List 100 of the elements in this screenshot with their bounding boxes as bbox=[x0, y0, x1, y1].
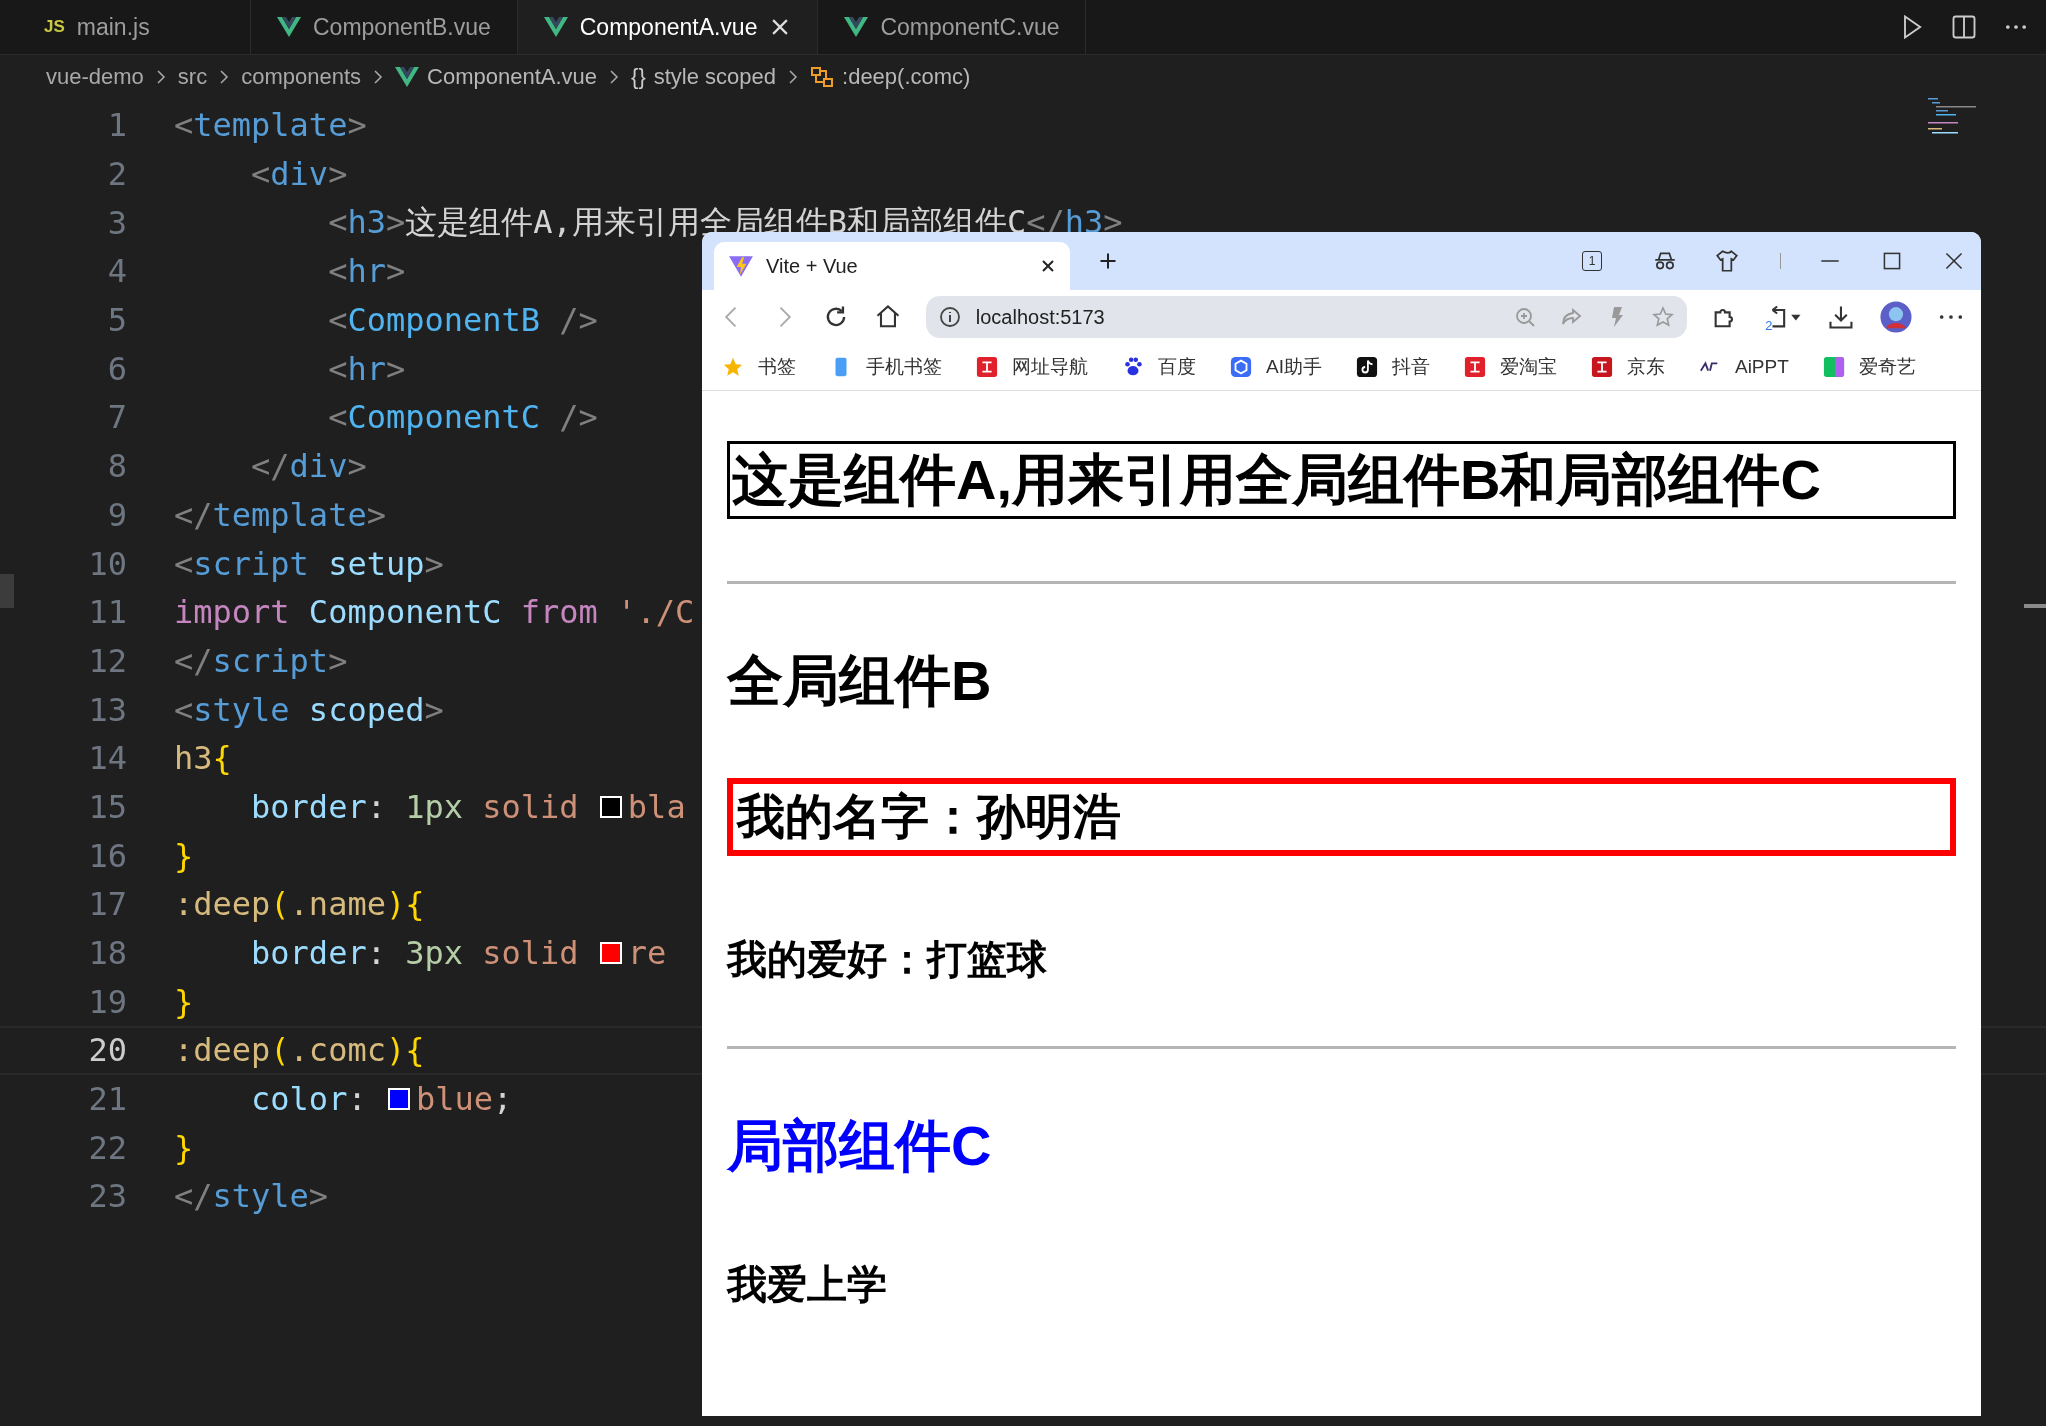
music-note-icon bbox=[1355, 356, 1378, 378]
editor-tab[interactable]: ComponentB.vue bbox=[251, 0, 518, 54]
line-number: 19 bbox=[87, 982, 127, 1021]
browser-tab[interactable]: Vite + Vue bbox=[714, 242, 1070, 290]
line-number: 5 bbox=[106, 301, 127, 340]
app-square-icon bbox=[1463, 356, 1486, 378]
breadcrumb-item[interactable]: ComponentA.vue bbox=[427, 64, 598, 90]
code-text: <ComponentB /> bbox=[327, 301, 598, 340]
breadcrumb-item[interactable]: style scoped bbox=[653, 64, 777, 90]
bookmark-item[interactable]: 抖音 bbox=[1355, 354, 1430, 380]
section-heading: 局部组件C bbox=[727, 1113, 993, 1179]
code-text: border: 1px solid bbox=[250, 787, 580, 826]
star-icon bbox=[722, 356, 744, 378]
editor-tab[interactable]: ComponentC.vue bbox=[818, 0, 1087, 54]
line-number: 10 bbox=[87, 544, 127, 583]
paw-icon bbox=[1122, 356, 1144, 378]
code-text: <ComponentC /> bbox=[327, 398, 598, 437]
bookmark-item[interactable]: 爱淘宝 bbox=[1463, 354, 1557, 380]
line-number: 16 bbox=[87, 836, 127, 875]
code-text: </div> bbox=[250, 447, 367, 486]
code-text: import ComponentC from './C bbox=[174, 593, 695, 632]
js-file-icon: JS bbox=[44, 17, 65, 37]
code-text: <style scoped> bbox=[174, 690, 444, 729]
code-text: :deep(.name){ bbox=[174, 885, 425, 924]
line-number: 6 bbox=[106, 349, 127, 388]
code-text: <template> bbox=[174, 106, 367, 145]
line-number: 21 bbox=[87, 1080, 127, 1119]
new-tab-icon[interactable] bbox=[1098, 251, 1118, 271]
vue-file-icon bbox=[277, 17, 301, 37]
bookmark-item[interactable]: AI助手 bbox=[1230, 354, 1322, 380]
editor-tab[interactable]: JS main.js bbox=[18, 0, 251, 54]
scrollbar-thumb[interactable] bbox=[0, 574, 14, 608]
line-number: 22 bbox=[87, 1128, 127, 1167]
chevron-right-icon bbox=[609, 69, 620, 85]
bookmark-item[interactable]: 手机书签 bbox=[830, 354, 942, 380]
line-number: 7 bbox=[106, 398, 127, 437]
app-square-icon bbox=[1590, 356, 1613, 378]
code-text: </script> bbox=[174, 641, 348, 680]
code-text: </template> bbox=[174, 495, 386, 534]
code-text: :deep(.comc){ bbox=[174, 1031, 425, 1070]
breadcrumb-item[interactable]: vue-demo bbox=[46, 64, 144, 90]
chevron-right-icon bbox=[219, 69, 230, 85]
bookmark-item[interactable]: 百度 bbox=[1122, 354, 1196, 380]
line-number: 13 bbox=[87, 690, 127, 729]
bookmark-item[interactable]: 网址导航 bbox=[976, 354, 1088, 380]
line-number: 20 bbox=[87, 1031, 127, 1070]
code-text: bla bbox=[627, 787, 686, 826]
lightning-triangle-icon bbox=[728, 253, 754, 279]
line-number: 23 bbox=[87, 1177, 127, 1216]
line-number: 3 bbox=[106, 203, 127, 242]
line-number: 9 bbox=[106, 495, 127, 534]
app-square-icon bbox=[1822, 356, 1845, 378]
vue-file-icon bbox=[395, 67, 420, 87]
bookmark-item[interactable]: 书签 bbox=[722, 354, 796, 380]
close-icon[interactable] bbox=[1040, 258, 1056, 274]
star-icon[interactable] bbox=[1651, 305, 1676, 329]
code-text: color: bbox=[250, 1080, 368, 1119]
code-text: </style> bbox=[174, 1177, 329, 1216]
vue-file-icon bbox=[844, 17, 869, 37]
page-heading: 这是组件A,用来引用全局组件B和局部组件C bbox=[727, 441, 1956, 519]
avatar-icon[interactable] bbox=[1879, 300, 1914, 334]
line-number: 18 bbox=[87, 934, 127, 973]
line-number: 12 bbox=[87, 641, 127, 680]
chevron-right-icon bbox=[373, 69, 384, 85]
code-text: border: 3px solid bbox=[250, 934, 580, 973]
braces-icon: {} bbox=[631, 64, 646, 90]
section-heading: 全局组件B bbox=[727, 648, 993, 714]
tab-count-button[interactable]: 1 bbox=[1582, 251, 1602, 271]
line-number: 8 bbox=[106, 447, 127, 486]
page-text: 我的爱好：打篮球 bbox=[727, 936, 1048, 983]
line-number: 17 bbox=[87, 885, 127, 924]
line-number: 4 bbox=[106, 252, 127, 291]
info-icon bbox=[937, 305, 962, 329]
code-text: blue; bbox=[415, 1080, 513, 1119]
symbol-icon bbox=[810, 65, 835, 89]
code-text: h3{ bbox=[174, 739, 232, 778]
address-bar[interactable]: localhost:5173 bbox=[925, 296, 1688, 338]
editor-tab[interactable]: ComponentA.vue bbox=[517, 0, 819, 54]
app-square-icon bbox=[976, 356, 998, 378]
history-button[interactable]: 2 bbox=[1763, 303, 1804, 331]
code-text: } bbox=[174, 1128, 194, 1167]
breadcrumb-item[interactable]: components bbox=[241, 64, 362, 90]
bookmark-item[interactable]: 爱奇艺 bbox=[1822, 354, 1916, 380]
split-editor-icon[interactable] bbox=[1950, 13, 1978, 41]
bookmark-item[interactable]: AiPPT bbox=[1698, 356, 1789, 378]
shirt-icon[interactable] bbox=[1714, 248, 1740, 274]
code-text: } bbox=[174, 982, 194, 1021]
line-number: 2 bbox=[106, 155, 127, 194]
line-number: 15 bbox=[87, 787, 127, 826]
page-text: 我爱上学 bbox=[727, 1261, 888, 1308]
code-text: <hr> bbox=[327, 252, 406, 291]
code-text: <hr> bbox=[327, 349, 406, 388]
scrollbar-thumb[interactable] bbox=[2024, 604, 2046, 608]
bookmark-item[interactable]: 京东 bbox=[1590, 354, 1665, 380]
vue-file-icon bbox=[543, 17, 568, 37]
breadcrumb-item[interactable]: src bbox=[177, 64, 208, 90]
code-text: re bbox=[627, 934, 667, 973]
chevron-right-icon bbox=[155, 69, 166, 85]
breadcrumb-item[interactable]: :deep(.comc) bbox=[842, 64, 971, 90]
line-number: 11 bbox=[87, 593, 127, 632]
